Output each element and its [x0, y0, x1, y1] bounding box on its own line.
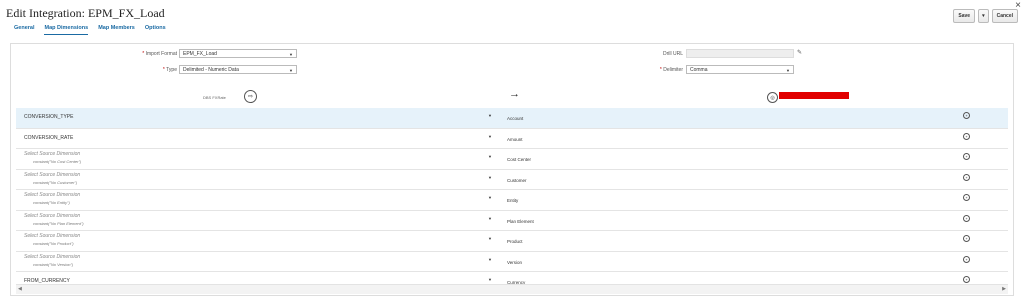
edit-pencil-icon[interactable]: ✎	[797, 49, 802, 56]
delimiter-label: * Delimiter	[659, 67, 683, 73]
target-dimension: Product	[507, 239, 523, 244]
table-row[interactable]: Select Source Dimension constant("No Cos…	[16, 149, 1008, 170]
add-expression-icon[interactable]: +	[963, 132, 970, 140]
type-select[interactable]: Delimited - Numeric Data ▼	[179, 65, 297, 74]
constant-expression: constant("No Version")	[33, 261, 74, 267]
target-dimension: Amount	[507, 136, 523, 142]
add-expression-icon[interactable]: +	[963, 112, 970, 119]
arrow-right-icon: →	[509, 88, 520, 100]
tab-map-dimensions[interactable]: Map Dimensions	[44, 25, 89, 35]
add-expression-icon[interactable]: +	[963, 194, 970, 201]
add-expression-icon[interactable]: +	[963, 153, 970, 160]
table-row[interactable]: Select Source Dimension constant("No Ver…	[16, 252, 1008, 272]
scroll-right-icon[interactable]: ▶	[1002, 286, 1006, 292]
source-dimension: Select Source Dimension	[24, 233, 81, 239]
chevron-down-icon[interactable]: ▼	[488, 113, 492, 118]
tab-options[interactable]: Options	[145, 25, 166, 35]
tab-bar: General Map Dimensions Map Members Optio…	[14, 25, 166, 35]
target-dimension: Account	[507, 116, 524, 121]
constant-expression: constant("No Product")	[33, 241, 74, 246]
type-label: * Type	[162, 67, 177, 73]
chevron-down-icon[interactable]: ▼	[488, 216, 492, 221]
source-dimension: Select Source Dimension	[24, 253, 81, 260]
dimension-mapping-table: CONVERSION_TYPE ▼ Account + CONVERSION_R…	[16, 108, 1008, 293]
chevron-down-icon[interactable]: ▼	[488, 236, 492, 241]
scroll-left-icon[interactable]: ◀	[18, 286, 22, 292]
chevron-down-icon[interactable]: ▼	[488, 277, 492, 282]
table-row[interactable]: Select Source Dimension constant("No Ent…	[16, 190, 1008, 211]
chevron-down-icon[interactable]: ▼	[488, 175, 492, 180]
add-expression-icon[interactable]: +	[963, 255, 970, 263]
chevron-down-icon[interactable]: ▼	[488, 195, 492, 200]
drill-url-label: Drill URL	[663, 51, 683, 57]
target-dimension: Customer	[507, 177, 527, 183]
constant-expression: constant("No Customer")	[33, 179, 78, 185]
mapping-header: DBS FXRate ⇨ → ◎	[11, 86, 1013, 106]
chevron-down-icon: ▼	[289, 68, 293, 73]
table-row[interactable]: CONVERSION_RATE ▼ Amount +	[16, 129, 1008, 149]
horizontal-scrollbar[interactable]: ◀ ▶	[16, 284, 1008, 294]
map-dimensions-panel: * Import Format EPM_FX_Load ▼ * Type Del…	[10, 43, 1014, 296]
redacted-target-name	[779, 92, 849, 99]
table-row[interactable]: Select Source Dimension constant("No Pro…	[16, 231, 1008, 252]
import-format-label: * Import Format	[142, 51, 177, 57]
table-row[interactable]: Select Source Dimension constant("No Cus…	[16, 170, 1008, 190]
source-dimension: Select Source Dimension	[24, 192, 81, 198]
target-dimension: Plan Element	[507, 218, 534, 224]
chevron-down-icon[interactable]: ▼	[488, 257, 492, 262]
import-format-select[interactable]: EPM_FX_Load ▼	[179, 49, 297, 58]
cancel-button[interactable]: Cancel	[991, 9, 1018, 23]
page-title: Edit Integration: EPM_FX_Load	[6, 6, 165, 20]
target-dimension: Entity	[507, 198, 519, 203]
chevron-down-icon: ▼	[289, 52, 293, 57]
source-dimension: Select Source Dimension	[24, 151, 81, 157]
drill-url-field	[686, 49, 794, 58]
chevron-down-icon: ▼	[786, 68, 790, 73]
source-dimension: CONVERSION_RATE	[24, 134, 74, 141]
chevron-down-icon[interactable]: ▼	[488, 154, 492, 159]
constant-expression: constant("No Entity")	[33, 200, 70, 205]
table-row[interactable]: CONVERSION_TYPE ▼ Account +	[16, 108, 1008, 129]
source-dimension: Select Source Dimension	[24, 212, 81, 219]
target-dimension: Version	[507, 259, 523, 265]
target-dimension: Cost Center	[507, 157, 532, 162]
constant-expression: constant("No Plan Element")	[33, 220, 84, 226]
source-dimension: CONVERSION_TYPE	[24, 114, 74, 120]
constant-expression: constant("No Cost Center")	[33, 159, 82, 164]
tab-map-members[interactable]: Map Members	[98, 25, 135, 35]
save-options-button[interactable]: ▾	[978, 9, 989, 23]
save-button[interactable]: Save	[953, 9, 976, 23]
toolbar: Save ▾ Cancel	[953, 9, 1018, 23]
add-expression-icon[interactable]: +	[963, 173, 970, 181]
target-application-icon[interactable]: ◎	[767, 92, 778, 103]
table-row[interactable]: Select Source Dimension constant("No Pla…	[16, 211, 1008, 231]
chevron-down-icon[interactable]: ▼	[488, 134, 492, 139]
source-dimension: Select Source Dimension	[24, 171, 81, 178]
delimiter-select[interactable]: Comma ▼	[686, 65, 794, 74]
source-application-label: DBS FXRate	[203, 95, 226, 100]
tab-general[interactable]: General	[14, 25, 34, 35]
source-connection-icon[interactable]: ⇨	[244, 90, 257, 103]
add-expression-icon[interactable]: +	[963, 235, 970, 242]
add-expression-icon[interactable]: +	[963, 276, 970, 283]
add-expression-icon[interactable]: +	[963, 214, 970, 222]
